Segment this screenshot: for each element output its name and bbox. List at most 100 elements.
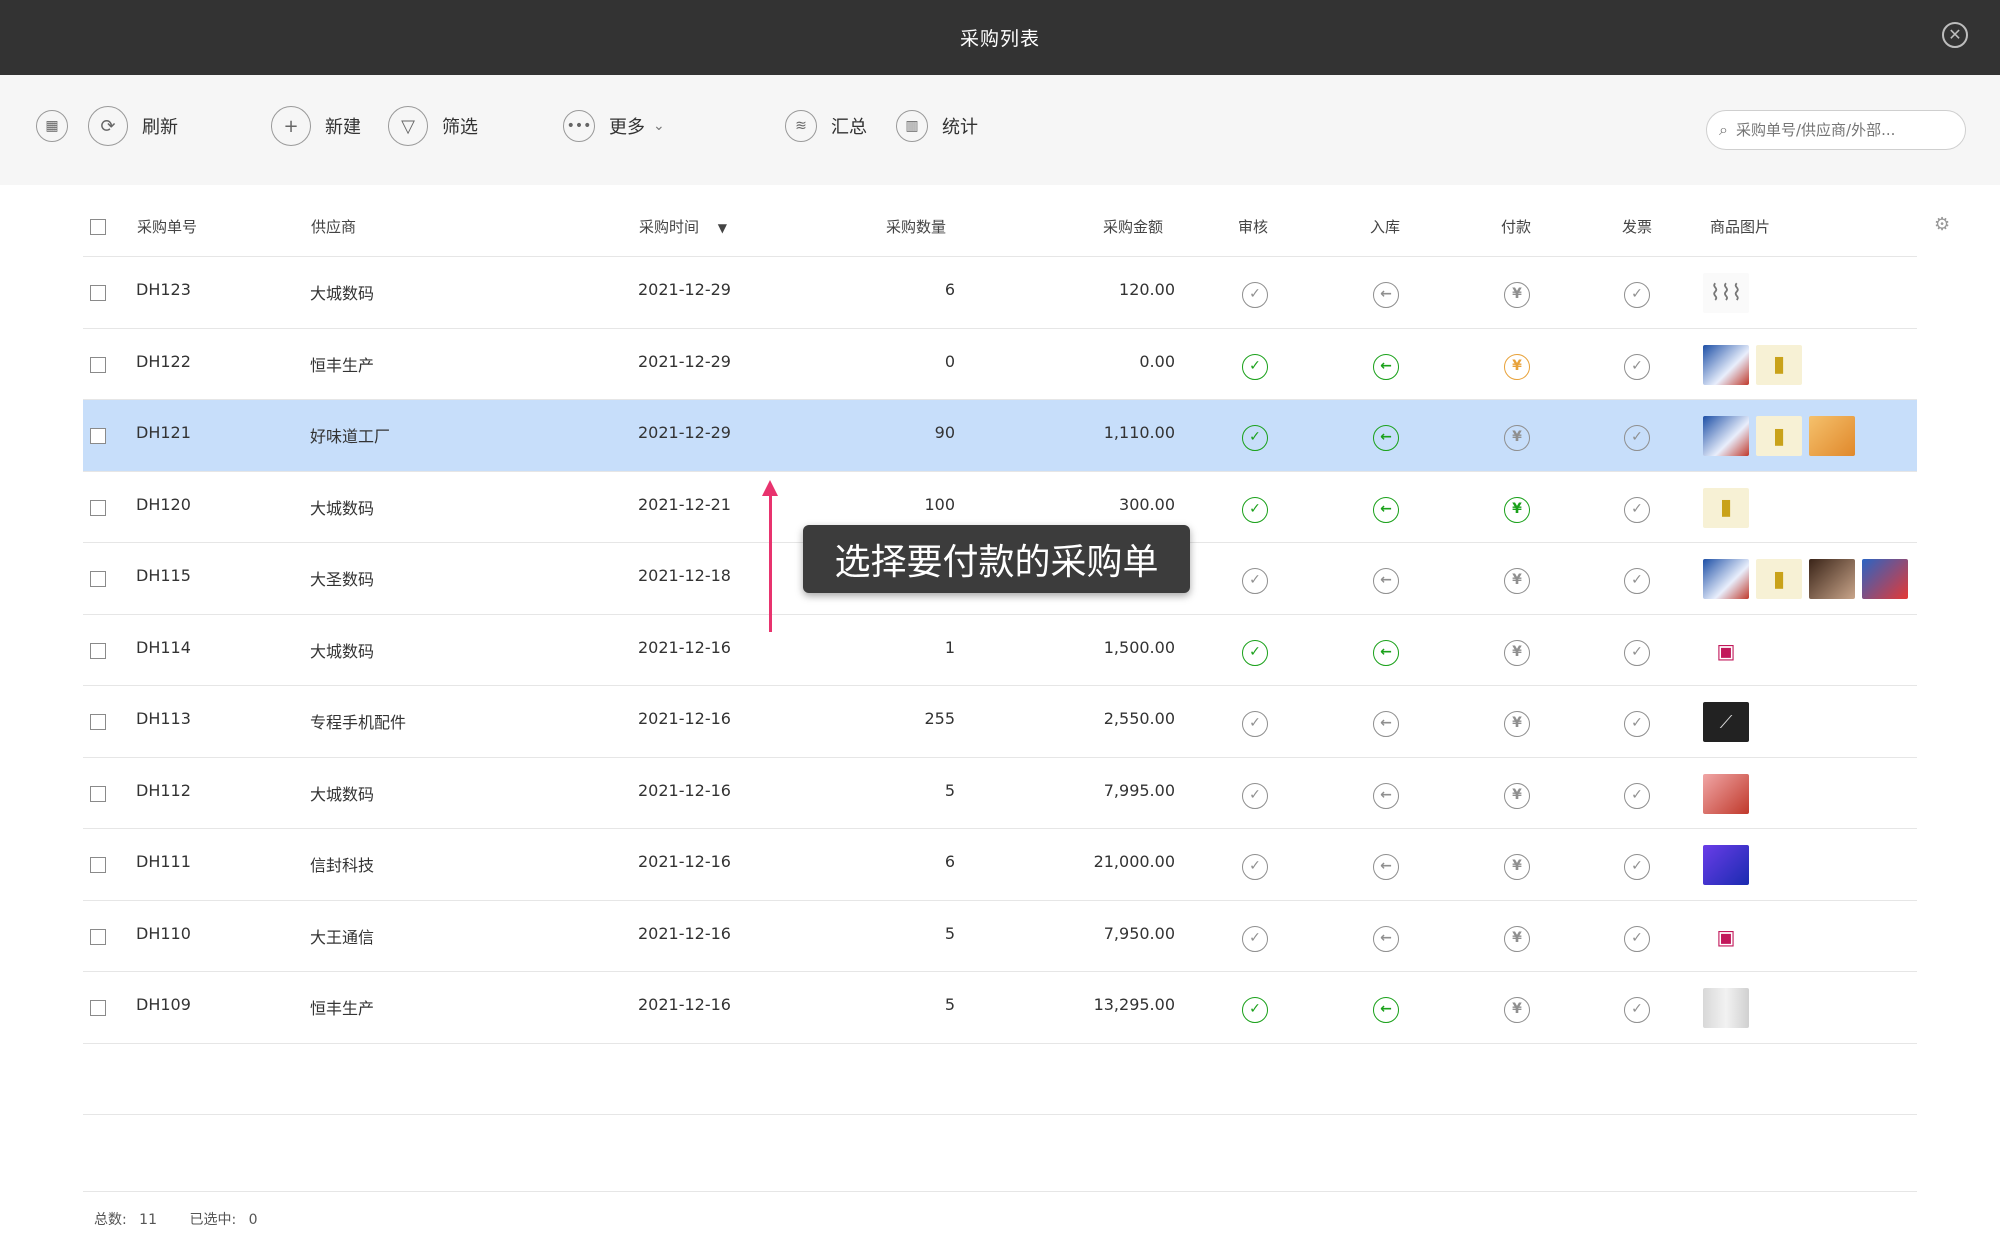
product-thumbnail[interactable]: ⟋ (1703, 702, 1749, 742)
row-checkbox[interactable] (90, 642, 106, 659)
table-row[interactable]: DH113 专程手机配件 2021-12-16 255 2,550.00 ✓ ← ¥ ✓ ⟋ (83, 686, 1917, 758)
close-icon[interactable]: ✕ (1942, 22, 1968, 48)
product-thumbnail[interactable]: ▣ (1703, 630, 1749, 671)
invoice-status-icon[interactable]: ✓ (1624, 282, 1650, 308)
search-box[interactable]: ⌕ (1706, 110, 1966, 150)
audit-status-icon[interactable]: ✓ (1242, 711, 1268, 737)
stock-in-status-icon[interactable]: ← (1373, 711, 1399, 737)
payment-status-icon[interactable]: ¥ (1504, 711, 1530, 737)
payment-status-icon[interactable]: ¥ (1504, 639, 1530, 666)
payment-status-icon[interactable]: ¥ (1504, 925, 1530, 952)
stock-in-status-icon[interactable]: ← (1373, 639, 1399, 666)
payment-status-icon[interactable]: ¥ (1504, 782, 1530, 809)
product-thumbnail[interactable]: ▮ (1756, 416, 1802, 456)
product-thumbnail[interactable] (1809, 559, 1855, 599)
stock-in-status-icon[interactable]: ← (1373, 353, 1399, 380)
new-button[interactable]: + 新建 (271, 105, 361, 147)
payment-status-icon[interactable]: ¥ (1504, 425, 1530, 451)
product-thumbnail[interactable]: ▮ (1756, 344, 1802, 385)
audit-status-icon[interactable]: ✓ (1242, 997, 1268, 1023)
invoice-status-icon[interactable]: ✓ (1624, 997, 1650, 1023)
invoice-status-icon[interactable]: ✓ (1624, 496, 1650, 523)
audit-status-icon[interactable]: ✓ (1242, 496, 1268, 523)
gear-icon[interactable]: ⚙ (1934, 214, 1950, 235)
order-no-cell[interactable]: DH114 (136, 638, 191, 657)
stock-in-status-icon[interactable]: ← (1373, 496, 1399, 523)
stock-in-status-icon[interactable]: ← (1373, 854, 1399, 880)
order-no-cell[interactable]: DH115 (136, 566, 191, 585)
header-payment[interactable]: 付款 (1501, 216, 1531, 237)
stock-in-status-icon[interactable]: ← (1373, 282, 1399, 308)
row-checkbox[interactable] (90, 928, 106, 945)
order-no-cell[interactable]: DH110 (136, 924, 191, 943)
header-invoice[interactable]: 发票 (1622, 216, 1652, 237)
product-thumbnail[interactable] (1703, 988, 1749, 1028)
stock-in-status-icon[interactable]: ← (1373, 425, 1399, 451)
invoice-status-icon[interactable]: ✓ (1624, 854, 1650, 880)
order-no-cell[interactable]: DH113 (136, 709, 191, 728)
payment-status-icon[interactable]: ¥ (1504, 854, 1530, 880)
row-checkbox[interactable] (90, 285, 106, 301)
table-row[interactable]: DH112 大城数码 2021-12-16 5 7,995.00 ✓ ← ¥ ✓ (83, 758, 1917, 829)
invoice-status-icon[interactable]: ✓ (1624, 639, 1650, 666)
filter-button[interactable]: ▽ 筛选 (388, 105, 478, 147)
stock-in-status-icon[interactable]: ← (1373, 568, 1399, 594)
product-thumbnail[interactable] (1703, 773, 1749, 814)
invoice-status-icon[interactable]: ✓ (1624, 925, 1650, 952)
table-row[interactable]: DH111 信封科技 2021-12-16 6 21,000.00 ✓ ← ¥ ✓ (83, 829, 1917, 901)
product-thumbnail[interactable]: ⌇⌇⌇ (1703, 273, 1749, 313)
row-checkbox[interactable] (90, 356, 106, 373)
audit-status-icon[interactable]: ✓ (1242, 568, 1268, 594)
more-button[interactable]: ••• 更多 ⌄ (563, 105, 665, 147)
order-no-cell[interactable]: DH123 (136, 280, 191, 299)
invoice-status-icon[interactable]: ✓ (1624, 711, 1650, 737)
header-time[interactable]: 采购时间 ▼ (639, 216, 727, 237)
invoice-status-icon[interactable]: ✓ (1624, 425, 1650, 451)
stock-in-status-icon[interactable]: ← (1373, 782, 1399, 809)
product-thumbnail[interactable] (1862, 559, 1908, 599)
header-stock-in[interactable]: 入库 (1370, 216, 1400, 237)
table-row[interactable]: DH121 好味道工厂 2021-12-29 90 1,110.00 ✓ ← ¥ ✓ ▮ (83, 400, 1917, 472)
audit-status-icon[interactable]: ✓ (1242, 282, 1268, 308)
product-thumbnail[interactable] (1809, 416, 1855, 456)
audit-status-icon[interactable]: ✓ (1242, 639, 1268, 666)
order-no-cell[interactable]: DH111 (136, 852, 191, 871)
audit-status-icon[interactable]: ✓ (1242, 425, 1268, 451)
stock-in-status-icon[interactable]: ← (1373, 925, 1399, 952)
row-checkbox[interactable] (90, 1000, 106, 1016)
header-audit[interactable]: 审核 (1238, 216, 1268, 237)
row-checkbox[interactable] (90, 714, 106, 730)
audit-status-icon[interactable]: ✓ (1242, 854, 1268, 880)
order-no-cell[interactable]: DH120 (136, 495, 191, 514)
stock-in-status-icon[interactable]: ← (1373, 997, 1399, 1023)
header-order-no[interactable]: 采购单号 (137, 216, 197, 237)
product-thumbnail[interactable]: ▮ (1703, 487, 1749, 528)
select-all-checkbox[interactable] (90, 219, 106, 235)
table-row[interactable]: DH123 大城数码 2021-12-29 6 120.00 ✓ ← ¥ ✓ ⌇⌇⌇ (83, 257, 1917, 329)
stats-button[interactable]: ▥ 统计 (896, 105, 978, 147)
product-thumbnail[interactable]: ▣ (1703, 916, 1749, 957)
product-thumbnail[interactable]: ▮ (1756, 559, 1802, 599)
order-no-cell[interactable]: DH112 (136, 781, 191, 800)
summary-button[interactable]: ≋ 汇总 (785, 105, 867, 147)
invoice-status-icon[interactable]: ✓ (1624, 568, 1650, 594)
order-no-cell[interactable]: DH122 (136, 352, 191, 371)
product-thumbnail[interactable] (1703, 559, 1749, 599)
row-checkbox[interactable] (90, 857, 106, 873)
row-checkbox[interactable] (90, 499, 106, 516)
search-input[interactable] (1735, 121, 1936, 139)
table-row[interactable]: DH109 恒丰生产 2021-12-16 5 13,295.00 ✓ ← ¥ ✓ (83, 972, 1917, 1044)
refresh-button[interactable]: ⟳ 刷新 (88, 105, 178, 147)
audit-status-icon[interactable]: ✓ (1242, 925, 1268, 952)
payment-status-icon[interactable]: ¥ (1504, 496, 1530, 523)
payment-status-icon[interactable]: ¥ (1504, 568, 1530, 594)
product-thumbnail[interactable] (1703, 845, 1749, 885)
grid-view-button[interactable]: ▦ (36, 105, 68, 147)
table-row[interactable]: DH114 大城数码 2021-12-16 1 1,500.00 ✓ ← ¥ ✓ ▣ (83, 615, 1917, 686)
invoice-status-icon[interactable]: ✓ (1624, 782, 1650, 809)
payment-status-icon[interactable]: ¥ (1504, 282, 1530, 308)
row-checkbox[interactable] (90, 428, 106, 444)
header-qty[interactable]: 采购数量 (886, 216, 946, 237)
payment-status-icon[interactable]: ¥ (1504, 353, 1530, 380)
payment-status-icon[interactable]: ¥ (1504, 997, 1530, 1023)
